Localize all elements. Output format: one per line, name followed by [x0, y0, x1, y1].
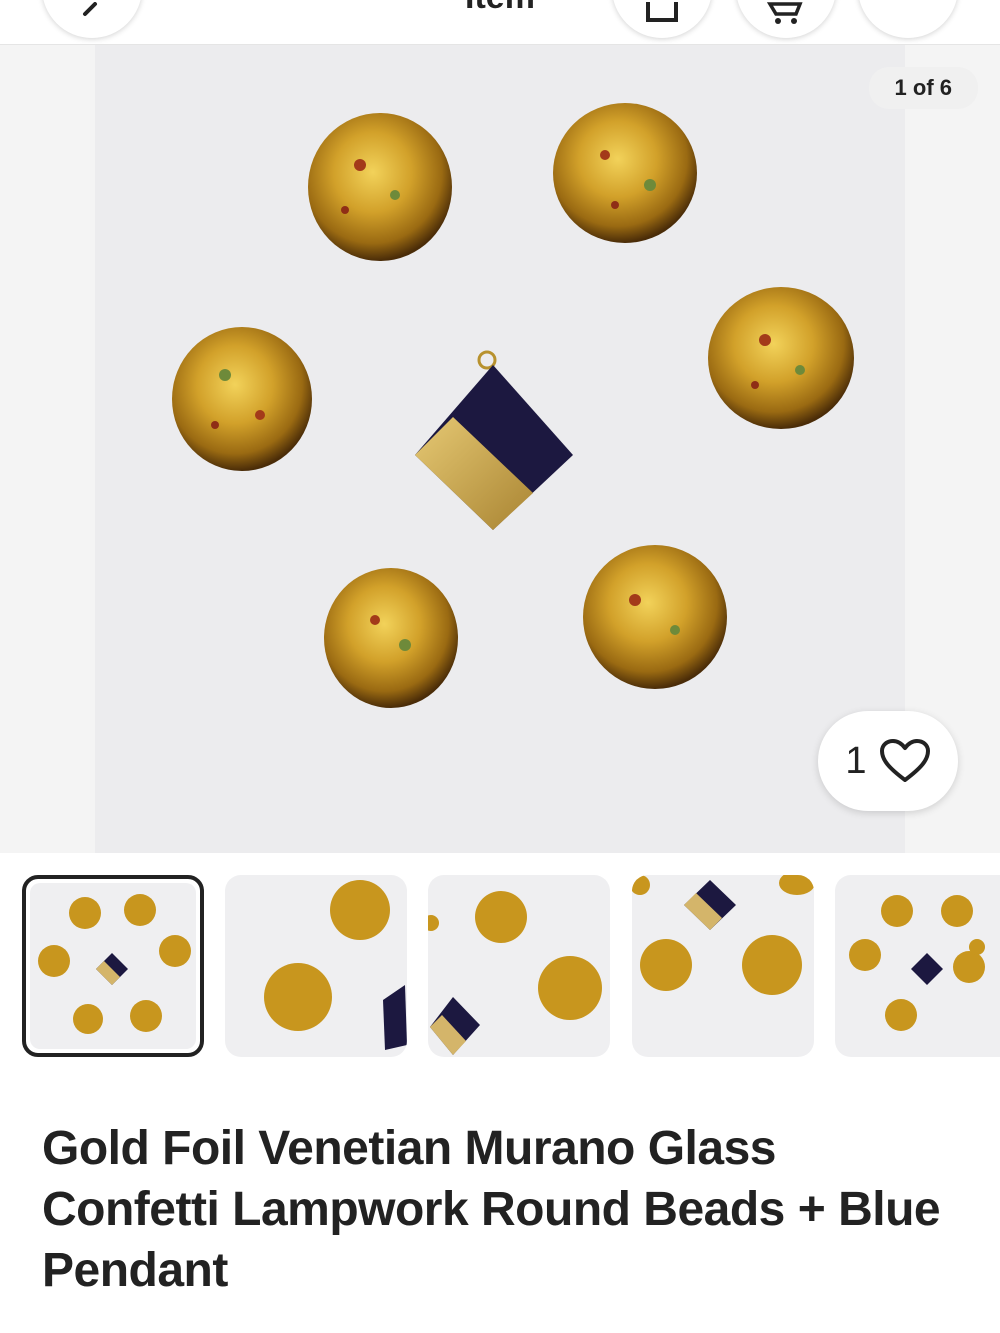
- thumbnail-image: [849, 895, 985, 1031]
- favorite-count: 1: [845, 739, 867, 782]
- thumbnail-image: [264, 880, 407, 1050]
- product-photo: [95, 45, 905, 853]
- thumbnail-5[interactable]: [835, 875, 1000, 1057]
- bead: [308, 113, 452, 261]
- thumbnail-1[interactable]: [22, 875, 204, 1057]
- cart-icon: [766, 2, 803, 24]
- menu-button[interactable]: [858, 0, 958, 38]
- page-title: Item: [0, 0, 1000, 17]
- main-image-carousel[interactable]: 1 of 6 1: [0, 45, 1000, 853]
- thumbnail-4[interactable]: [632, 875, 814, 1057]
- thumbnail-strip[interactable]: [0, 853, 1000, 1073]
- bead: [172, 327, 312, 471]
- listing-title: Gold Foil Venetian Murano Glass Confetti…: [42, 1122, 941, 1297]
- image-counter: 1 of 6: [868, 67, 978, 109]
- thumbnail-3[interactable]: [428, 875, 610, 1057]
- pendant: [415, 350, 573, 530]
- thumbnail-image: [632, 875, 814, 995]
- bead: [553, 103, 697, 243]
- thumbnail-image: [428, 891, 602, 1055]
- thumbnail-image: [38, 894, 191, 1034]
- top-nav-bar: Item: [0, 0, 1000, 45]
- heart-icon: [879, 739, 930, 782]
- thumbnail-2[interactable]: [225, 875, 407, 1057]
- share-button[interactable]: [612, 0, 712, 38]
- bead: [708, 287, 854, 429]
- cart-button[interactable]: [736, 0, 836, 38]
- bead: [324, 568, 458, 708]
- bead: [583, 545, 727, 689]
- favorite-button[interactable]: 1: [818, 711, 958, 811]
- share-icon: [646, 2, 678, 22]
